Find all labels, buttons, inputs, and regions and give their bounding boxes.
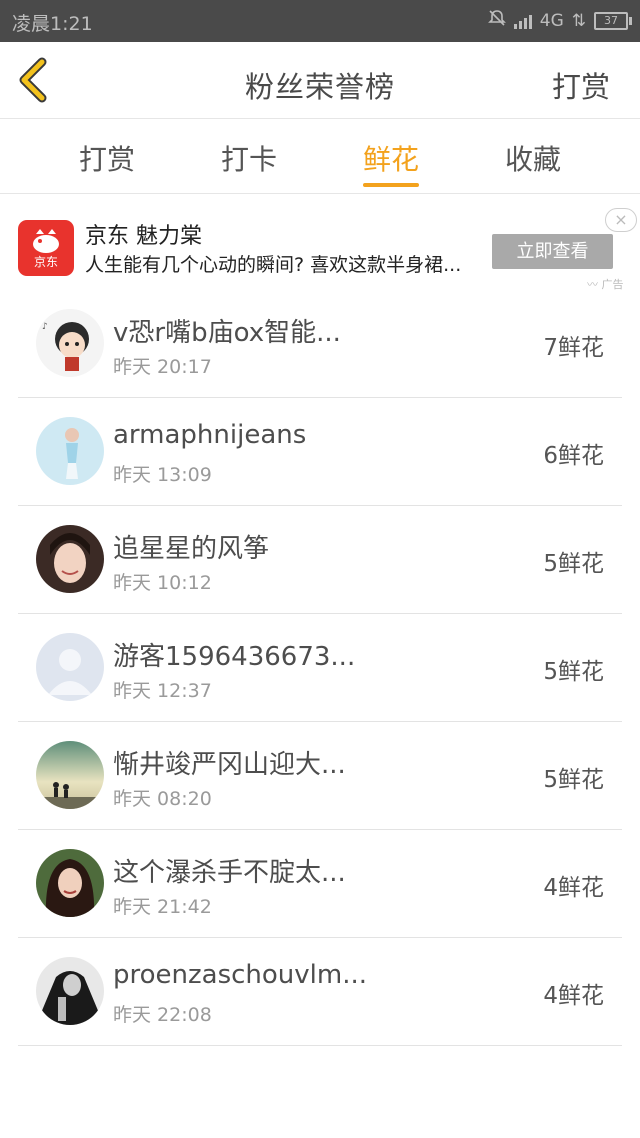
fan-name: 游客1596436673... xyxy=(113,642,356,672)
dark-hair-girl-avatar xyxy=(36,849,104,917)
list-item[interactable]: armaphnijeans 昨天 13:09 6鲜花 xyxy=(18,398,622,506)
ad-title: 京东 魅力棠 xyxy=(85,224,202,249)
jd-logo-icon: 京东 xyxy=(18,220,74,276)
fan-name: v恐r嘴b庙ox智能... xyxy=(113,318,341,348)
ad-close-icon[interactable]: × xyxy=(605,208,637,232)
fan-name: 惭井竣严冈山迎大... xyxy=(113,750,346,780)
tab-reward[interactable]: 打赏 xyxy=(47,138,167,178)
fan-time: 昨天 10:12 xyxy=(113,572,212,594)
list-item[interactable]: 追星星的风筝 昨天 10:12 5鲜花 xyxy=(18,506,622,614)
battery-icon: 37 xyxy=(594,11,632,30)
fan-name: 追星星的风筝 xyxy=(113,534,270,564)
flower-count: 4鲜花 xyxy=(543,983,604,1009)
flower-count: 4鲜花 xyxy=(543,875,604,901)
fan-time: 昨天 12:37 xyxy=(113,680,212,702)
fan-name: armaphnijeans xyxy=(113,420,307,450)
fan-time: 昨天 20:17 xyxy=(113,356,212,378)
default-user-avatar xyxy=(36,633,104,701)
data-transfer-icon: ⇅ xyxy=(571,10,586,31)
flower-count: 5鲜花 xyxy=(543,551,604,577)
list-item[interactable]: 游客1596436673... 昨天 12:37 5鲜花 xyxy=(18,614,622,722)
mute-icon xyxy=(487,9,506,32)
fan-name: 这个瀑杀手不腚太... xyxy=(113,858,346,888)
svg-text:♪: ♪ xyxy=(42,322,48,332)
list-item[interactable]: proenzaschouvlm... 昨天 22:08 4鲜花 xyxy=(18,938,622,1046)
tab-checkin[interactable]: 打卡 xyxy=(189,138,309,178)
tab-favorites[interactable]: 收藏 xyxy=(473,138,593,178)
active-tab-indicator xyxy=(363,183,419,187)
flower-count: 6鲜花 xyxy=(543,443,604,469)
ad-logo-text: 京东 xyxy=(33,255,58,269)
fan-time: 昨天 13:09 xyxy=(113,464,212,486)
light-blue-avatar xyxy=(36,417,104,485)
flower-count: 7鲜花 xyxy=(543,335,604,361)
list-item[interactable]: 这个瀑杀手不腚太... 昨天 21:42 4鲜花 xyxy=(18,830,622,938)
signal-icon xyxy=(513,13,532,29)
cartoon-girl-avatar: ♪ xyxy=(36,309,104,377)
ad-view-button[interactable]: 立即查看 xyxy=(492,234,613,269)
list-item[interactable]: ♪ v恐r嘴b庙ox智能... 昨天 20:17 7鲜花 xyxy=(18,290,622,398)
fan-list: ♪ v恐r嘴b庙ox智能... 昨天 20:17 7鲜花 armaphnijea… xyxy=(18,290,622,1046)
ad-banner[interactable]: 京东 京东 魅力棠 人生能有几个心动的瞬间? 喜欢这款半身裙... 立即查看 ×… xyxy=(0,194,640,291)
fan-time: 昨天 22:08 xyxy=(113,1004,212,1026)
status-time: 凌晨1:21 xyxy=(12,13,93,35)
fan-name: proenzaschouvlm... xyxy=(113,960,368,990)
reward-button[interactable]: 打赏 xyxy=(552,64,610,106)
fan-time: 昨天 08:20 xyxy=(113,788,212,810)
list-item[interactable]: 惭井竣严冈山迎大... 昨天 08:20 5鲜花 xyxy=(18,722,622,830)
ad-description: 人生能有几个心动的瞬间? 喜欢这款半身裙... xyxy=(85,254,462,276)
black-white-avatar xyxy=(36,957,104,1025)
tab-flowers[interactable]: 鲜花 xyxy=(331,138,451,178)
page-title: 粉丝荣誉榜 xyxy=(244,70,395,104)
sunset-couple-avatar xyxy=(36,741,104,809)
fan-time: 昨天 21:42 xyxy=(113,896,212,918)
status-bar: 凌晨1:21 4G ⇅ 37 xyxy=(0,0,640,42)
smiling-girl-avatar xyxy=(36,525,104,593)
tab-bar: 打赏 打卡 鲜花 收藏 xyxy=(0,119,640,194)
flower-count: 5鲜花 xyxy=(543,659,604,685)
status-icons: 4G ⇅ 37 xyxy=(487,9,632,32)
nav-bar: 粉丝荣誉榜 打赏 xyxy=(0,42,640,119)
network-type: 4G xyxy=(539,10,564,31)
flower-count: 5鲜花 xyxy=(543,767,604,793)
